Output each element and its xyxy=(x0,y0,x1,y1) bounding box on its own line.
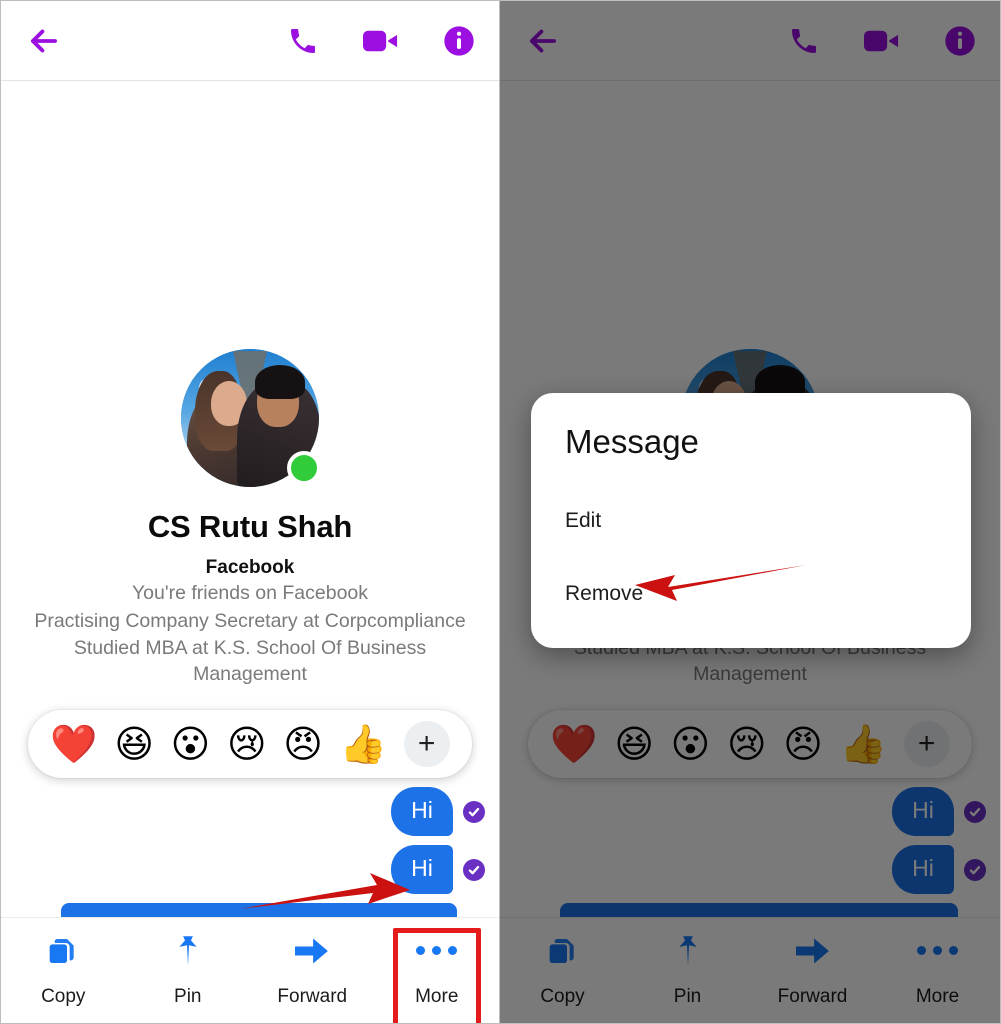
profile-source: Facebook xyxy=(205,557,295,578)
reaction-picker[interactable]: ❤️ 😆 😮 😢 😠 👍 + xyxy=(28,709,472,778)
more-label: More xyxy=(415,985,459,1007)
add-reaction-button: + xyxy=(903,720,950,767)
dialog-option-remove[interactable]: Remove xyxy=(565,574,937,614)
forward-button: Forward xyxy=(750,918,875,1023)
composer-bar xyxy=(560,903,958,917)
copy-icon xyxy=(47,934,79,968)
page-title: CS Rutu Shah xyxy=(147,509,353,544)
delivered-check-icon xyxy=(463,800,485,823)
dialog-title: Message xyxy=(565,423,699,460)
message-row[interactable]: Hi xyxy=(1,787,485,836)
like-reaction[interactable]: 👍 xyxy=(340,725,387,763)
laugh-reaction[interactable]: 😆 xyxy=(114,725,154,763)
phone-icon[interactable] xyxy=(287,25,319,57)
message-bubble[interactable]: Hi xyxy=(391,845,453,894)
add-reaction-button[interactable]: + xyxy=(403,720,450,767)
chat-app-bar xyxy=(1,1,499,81)
pin-label: Pin xyxy=(174,985,202,1007)
reaction-picker: ❤️ 😆 😮 😢 😠 👍 + xyxy=(528,709,972,778)
copy-icon xyxy=(547,934,579,968)
pin-label: Pin xyxy=(673,985,702,1007)
profile-friend-status: You're friends on Facebook xyxy=(131,582,369,604)
more-dots-icon xyxy=(917,934,958,968)
angry-reaction[interactable]: 😠 xyxy=(283,725,323,763)
pin-icon xyxy=(673,934,703,968)
forward-label: Forward xyxy=(277,985,348,1007)
message-action-toolbar: Copy Pin Forward More xyxy=(1,917,499,1023)
more-button[interactable]: More xyxy=(375,918,500,1023)
chat-app-bar xyxy=(500,1,1000,81)
message-options-dialog: Message Edit Remove xyxy=(531,393,971,648)
profile-work: Practising Company Secretary at Corpcomp… xyxy=(34,609,466,632)
forward-arrow-icon xyxy=(795,934,830,968)
wow-reaction[interactable]: 😮 xyxy=(171,725,211,763)
delivered-check-icon xyxy=(463,858,485,881)
avatar[interactable] xyxy=(181,349,321,487)
profile-education: Studied MBA at K.S. School Of Business M… xyxy=(73,637,427,686)
two-panel-screenshot: CS Rutu Shah Facebook You're friends on … xyxy=(0,0,1001,1024)
angry-reaction: 😠 xyxy=(783,721,823,766)
more-button: More xyxy=(875,918,1000,1023)
message-bubble[interactable]: Hi xyxy=(391,787,453,836)
like-reaction: 👍 xyxy=(839,721,887,766)
message-action-toolbar: Copy Pin Forward More xyxy=(500,917,1000,1023)
forward-arrow-icon xyxy=(295,934,329,968)
heart-reaction: ❤️ xyxy=(550,721,598,766)
composer-bar[interactable] xyxy=(61,903,457,917)
info-icon[interactable] xyxy=(443,25,475,57)
message-bubble: Hi xyxy=(892,845,954,894)
sad-reaction: 😢 xyxy=(726,721,767,766)
message-list: Hi Hi xyxy=(500,787,1000,917)
avatar-hair-right xyxy=(255,365,305,399)
heart-reaction[interactable]: ❤️ xyxy=(50,725,97,763)
sad-reaction[interactable]: 😢 xyxy=(227,725,267,763)
pin-icon xyxy=(173,934,203,968)
phone-icon[interactable] xyxy=(788,25,820,57)
delivered-check-icon xyxy=(964,858,986,881)
more-label: More xyxy=(915,985,960,1007)
panel-left-message-selected: CS Rutu Shah Facebook You're friends on … xyxy=(0,0,500,1024)
copy-button: Copy xyxy=(500,918,625,1023)
wow-reaction: 😮 xyxy=(670,721,711,766)
video-camera-icon[interactable] xyxy=(363,26,399,56)
dialog-option-edit[interactable]: Edit xyxy=(565,501,937,541)
forward-button[interactable]: Forward xyxy=(250,918,375,1023)
message-bubble: Hi xyxy=(892,787,954,836)
pin-button[interactable]: Pin xyxy=(126,918,251,1023)
copy-label: Copy xyxy=(41,985,86,1007)
info-icon[interactable] xyxy=(944,25,976,57)
message-row: Hi xyxy=(500,787,986,836)
copy-label: Copy xyxy=(540,985,585,1007)
message-row[interactable]: Hi xyxy=(1,845,485,894)
chat-body: CS Rutu Shah Facebook You're friends on … xyxy=(1,81,499,917)
video-camera-icon[interactable] xyxy=(864,26,900,56)
message-list: Hi Hi xyxy=(1,787,499,917)
laugh-reaction: 😆 xyxy=(614,721,654,766)
back-arrow-icon[interactable] xyxy=(25,22,63,60)
delivered-check-icon xyxy=(964,800,986,823)
message-row: Hi xyxy=(500,845,986,894)
more-dots-icon xyxy=(416,934,458,968)
forward-label: Forward xyxy=(777,985,848,1007)
pin-button: Pin xyxy=(625,918,750,1023)
online-status-badge xyxy=(287,451,321,485)
copy-button[interactable]: Copy xyxy=(1,918,126,1023)
back-arrow-icon[interactable] xyxy=(524,22,562,60)
panel-right-message-dialog: CS Rutu Shah Facebook You're friends on … xyxy=(500,0,1001,1024)
